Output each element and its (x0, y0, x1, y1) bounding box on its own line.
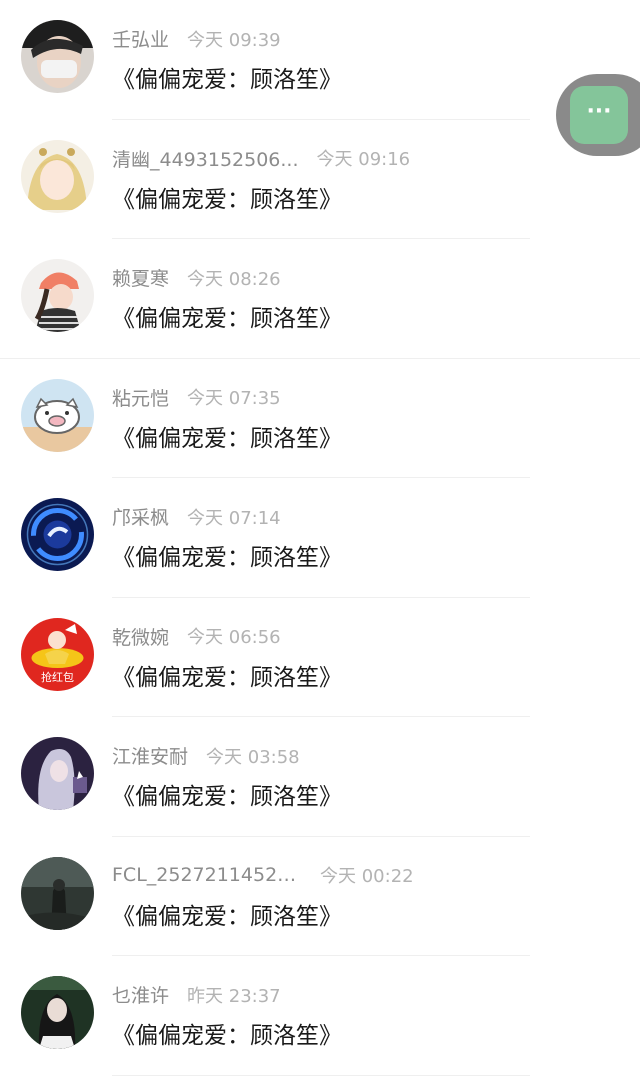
message-text: 《偏偏宠爱：顾洛笙》 (112, 784, 342, 810)
timestamp: 今天 07:35 (187, 388, 281, 409)
avatar[interactable] (21, 139, 94, 213)
user-name: 乜淮许 (112, 985, 170, 1007)
user-name: FCL_25272114528... (112, 863, 302, 886)
list-item[interactable]: 抢红包 乾微婉 今天 06:56 《偏偏宠爱：顾洛笙》 (0, 598, 640, 717)
timestamp: 今天 00:22 (320, 865, 414, 887)
user-name: 乾微婉 (112, 626, 170, 649)
list-item[interactable]: 江淮安耐 今天 03:58 《偏偏宠爱：顾洛笙》 (0, 717, 640, 837)
message-text: 《偏偏宠爱：顾洛笙》 (112, 903, 342, 930)
message-text: 《偏偏宠爱：顾洛笙》 (112, 186, 342, 213)
timestamp: 今天 09:16 (316, 149, 411, 170)
list-item[interactable]: 粘元恺 今天 07:35 《偏偏宠爱：顾洛笙》 (0, 359, 640, 478)
avatar[interactable] (21, 259, 94, 332)
avatar[interactable] (21, 856, 94, 930)
floating-more-button[interactable]: ··· (556, 74, 640, 156)
user-name: 粘元恺 (112, 387, 170, 410)
message-text: 《偏偏宠爱：顾洛笙》 (112, 664, 342, 691)
list-item[interactable]: 乜淮许 昨天 23:37 《偏偏宠爱：顾洛笙》 (0, 956, 640, 1076)
user-name: 赖夏寒 (112, 268, 170, 290)
timestamp: 今天 07:14 (187, 507, 281, 529)
avatar[interactable] (21, 737, 94, 810)
hongbao-badge: 抢红包 (41, 670, 74, 684)
message-text: 《偏偏宠爱：顾洛笙》 (112, 306, 342, 332)
timestamp: 今天 09:39 (187, 29, 281, 51)
message-list: 壬弘业 今天 09:39 《偏偏宠爱：顾洛笙》 清幽_4493152506... 今… (0, 0, 640, 1076)
user-name: 江淮安耐 (112, 746, 189, 768)
timestamp: 昨天 23:37 (187, 985, 281, 1007)
more-dots-icon[interactable]: ··· (570, 86, 628, 144)
avatar[interactable] (21, 976, 94, 1049)
user-name: 壬弘业 (112, 29, 170, 51)
timestamp: 今天 03:58 (206, 746, 300, 768)
user-name: 邝采枫 (112, 507, 170, 529)
list-item[interactable]: 赖夏寒 今天 08:26 《偏偏宠爱：顾洛笙》 (0, 239, 640, 359)
avatar[interactable] (21, 498, 94, 571)
timestamp: 今天 06:56 (187, 627, 281, 648)
list-item[interactable]: 邝采枫 今天 07:14 《偏偏宠爱：顾洛笙》 (0, 478, 640, 598)
message-text: 《偏偏宠爱：顾洛笙》 (112, 545, 342, 571)
list-item[interactable]: FCL_25272114528... 今天 00:22 《偏偏宠爱：顾洛笙》 (0, 837, 640, 956)
list-item[interactable]: 壬弘业 今天 09:39 《偏偏宠爱：顾洛笙》 (0, 0, 640, 120)
avatar[interactable] (21, 378, 94, 452)
timestamp: 今天 08:26 (187, 268, 281, 290)
avatar[interactable] (21, 20, 94, 93)
message-text: 《偏偏宠爱：顾洛笙》 (112, 425, 342, 452)
avatar[interactable]: 抢红包 (21, 617, 94, 691)
message-text: 《偏偏宠爱：顾洛笙》 (112, 1023, 342, 1049)
divider (112, 1074, 530, 1076)
user-name: 清幽_4493152506... (112, 148, 299, 171)
list-item[interactable]: 清幽_4493152506... 今天 09:16 《偏偏宠爱：顾洛笙》 (0, 120, 640, 239)
message-text: 《偏偏宠爱：顾洛笙》 (112, 67, 342, 93)
